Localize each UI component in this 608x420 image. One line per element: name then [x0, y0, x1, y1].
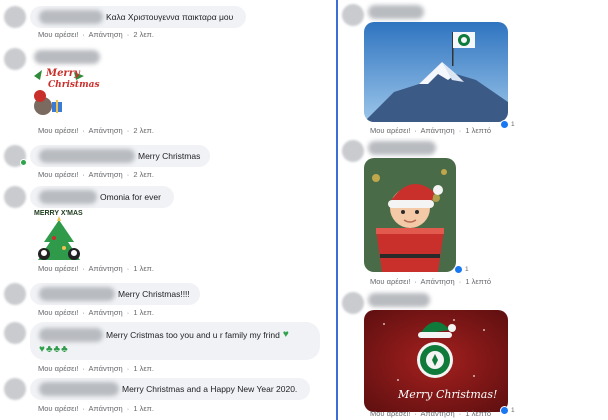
comment-actions: Μου αρέσει! · Απάντηση · 1 λεπτό	[370, 409, 491, 418]
clover-icon: ♣	[45, 343, 53, 355]
photo-comment-christmas-card[interactable]: Merry Christmas!	[364, 310, 508, 412]
like-link[interactable]: Μου αρέσει!	[38, 170, 78, 179]
like-reaction-icon[interactable]	[454, 265, 463, 274]
avatar[interactable]	[342, 140, 364, 162]
comment-actions: Μου αρέσει! · Απάντηση · 2 λεπ.	[38, 170, 154, 179]
sticker-text-merry: Merry	[46, 68, 80, 79]
comment-bubble: Merry Christmas and a Happy New Year 202…	[30, 378, 310, 400]
online-status-indicator	[20, 159, 27, 166]
reply-link[interactable]: Απάντηση	[89, 404, 123, 413]
comment-bubble: Καλα Χριστουγεννα παικταρα μου	[30, 6, 246, 28]
card-text: Merry Christmas!	[398, 388, 498, 401]
like-link[interactable]: Μου αρέσει!	[370, 409, 410, 418]
reply-link[interactable]: Απάντηση	[89, 364, 123, 373]
comment-bubble: Merry Cristmas too you and u r family my…	[30, 322, 320, 360]
comment-bubble: Omonia for ever	[30, 186, 174, 208]
comment-text: Merry Cristmas too you and u r family my…	[106, 329, 280, 340]
green-heart-icon: ♥	[282, 329, 289, 340]
photo-comment-mountain-flag[interactable]	[364, 22, 508, 122]
clover-icon: ♣	[53, 343, 61, 355]
blurred-author-name[interactable]	[368, 141, 436, 155]
reply-link[interactable]: Απάντηση	[89, 126, 123, 135]
timestamp[interactable]: 1 λεπτό	[465, 126, 491, 135]
comment-bubble: Merry Christmas	[30, 145, 210, 167]
reply-link[interactable]: Απάντηση	[89, 264, 123, 273]
right-comments-panel: 1 Μου αρέσει! · Απάντηση · 1 λεπτό 1 Μου…	[338, 0, 608, 420]
timestamp[interactable]: 1 λεπτό	[465, 409, 491, 418]
like-link[interactable]: Μου αρέσει!	[38, 364, 78, 373]
blurred-author-name[interactable]	[34, 50, 100, 64]
comment-bubble: Merry Christmas!!!!	[30, 283, 200, 305]
comment-actions: Μου αρέσει! · Απάντηση · 1 λεπτό	[370, 126, 491, 135]
reply-link[interactable]: Απάντηση	[89, 170, 123, 179]
photo-comment-baby-santa[interactable]	[364, 158, 456, 272]
timestamp[interactable]: 2 λεπ.	[133, 30, 154, 39]
blurred-author-name[interactable]	[368, 5, 424, 19]
reply-link[interactable]: Απάντηση	[89, 308, 123, 317]
avatar[interactable]	[4, 378, 26, 400]
reaction-count: 1	[511, 121, 515, 128]
christmas-tree-sticker: MERRY X'MAS	[30, 210, 88, 262]
like-link[interactable]: Μου αρέσει!	[370, 126, 410, 135]
timestamp[interactable]: 1 λεπ.	[133, 364, 154, 373]
clover-icon: ♣	[61, 343, 68, 355]
like-link[interactable]: Μου αρέσει!	[38, 126, 78, 135]
blurred-author-name[interactable]	[39, 149, 135, 163]
comment-actions: Μου αρέσει! · Απάντηση · 1 λεπ.	[38, 264, 154, 273]
comment-actions: Μου αρέσει! · Απάντηση · 2 λεπ.	[38, 126, 154, 135]
reply-link[interactable]: Απάντηση	[421, 126, 455, 135]
avatar[interactable]	[4, 48, 26, 70]
avatar[interactable]	[342, 4, 364, 26]
blurred-author-name[interactable]	[39, 10, 103, 24]
like-link[interactable]: Μου αρέσει!	[38, 308, 78, 317]
reply-link[interactable]: Απάντηση	[421, 409, 455, 418]
timestamp[interactable]: 2 λεπ.	[133, 126, 154, 135]
like-reaction-icon[interactable]	[500, 120, 509, 129]
blurred-author-name[interactable]	[39, 382, 119, 396]
blurred-author-name[interactable]	[39, 327, 103, 342]
comment-text: Omonia for ever	[100, 192, 161, 202]
blurred-author-name[interactable]	[39, 287, 115, 301]
blurred-author-name[interactable]	[368, 293, 430, 307]
like-reaction-icon[interactable]	[500, 406, 509, 415]
timestamp[interactable]: 1 λεπ.	[133, 404, 154, 413]
comment-text: Merry Christmas!!!!	[118, 289, 190, 299]
reaction-count: 1	[511, 407, 515, 414]
like-link[interactable]: Μου αρέσει!	[38, 404, 78, 413]
avatar[interactable]	[4, 283, 26, 305]
comment-actions: Μου αρέσει! · Απάντηση · 1 λεπτό	[370, 277, 491, 286]
timestamp[interactable]: 1 λεπ.	[133, 308, 154, 317]
comment-actions: Μου αρέσει! · Απάντηση · 1 λεπ.	[38, 404, 154, 413]
comment-actions: Μου αρέσει! · Απάντηση · 1 λεπ.	[38, 308, 154, 317]
avatar[interactable]	[4, 322, 26, 344]
comment-text: Καλα Χριστουγεννα παικταρα μου	[106, 12, 234, 22]
blurred-author-name[interactable]	[39, 190, 97, 204]
green-heart-icon: ♥	[39, 343, 45, 355]
comment-actions: Μου αρέσει! · Απάντηση · 2 λεπ.	[38, 30, 154, 39]
left-comments-panel: Καλα Χριστουγεννα παικταρα μου Μου αρέσε…	[0, 0, 336, 420]
timestamp[interactable]: 1 λεπ.	[133, 264, 154, 273]
emoji-row: ♥ ♣ ♣ ♣	[39, 344, 68, 355]
merry-christmas-sticker: Merry Christmas	[30, 66, 100, 120]
comment-text: Merry Christmas and a Happy New Year 202…	[122, 384, 298, 394]
like-link[interactable]: Μου αρέσει!	[370, 277, 410, 286]
avatar[interactable]	[342, 292, 364, 314]
sticker-text-christmas: Christmas	[48, 80, 100, 90]
reaction-count: 1	[465, 266, 469, 273]
timestamp[interactable]: 1 λεπτό	[465, 277, 491, 286]
reply-link[interactable]: Απάντηση	[421, 277, 455, 286]
avatar[interactable]	[4, 6, 26, 28]
reply-link[interactable]: Απάντηση	[89, 30, 123, 39]
like-link[interactable]: Μου αρέσει!	[38, 30, 78, 39]
avatar[interactable]	[4, 186, 26, 208]
like-link[interactable]: Μου αρέσει!	[38, 264, 78, 273]
comment-actions: Μου αρέσει! · Απάντηση · 1 λεπ.	[38, 364, 154, 373]
comment-text: Merry Christmas	[138, 151, 201, 161]
timestamp[interactable]: 2 λεπ.	[133, 170, 154, 179]
